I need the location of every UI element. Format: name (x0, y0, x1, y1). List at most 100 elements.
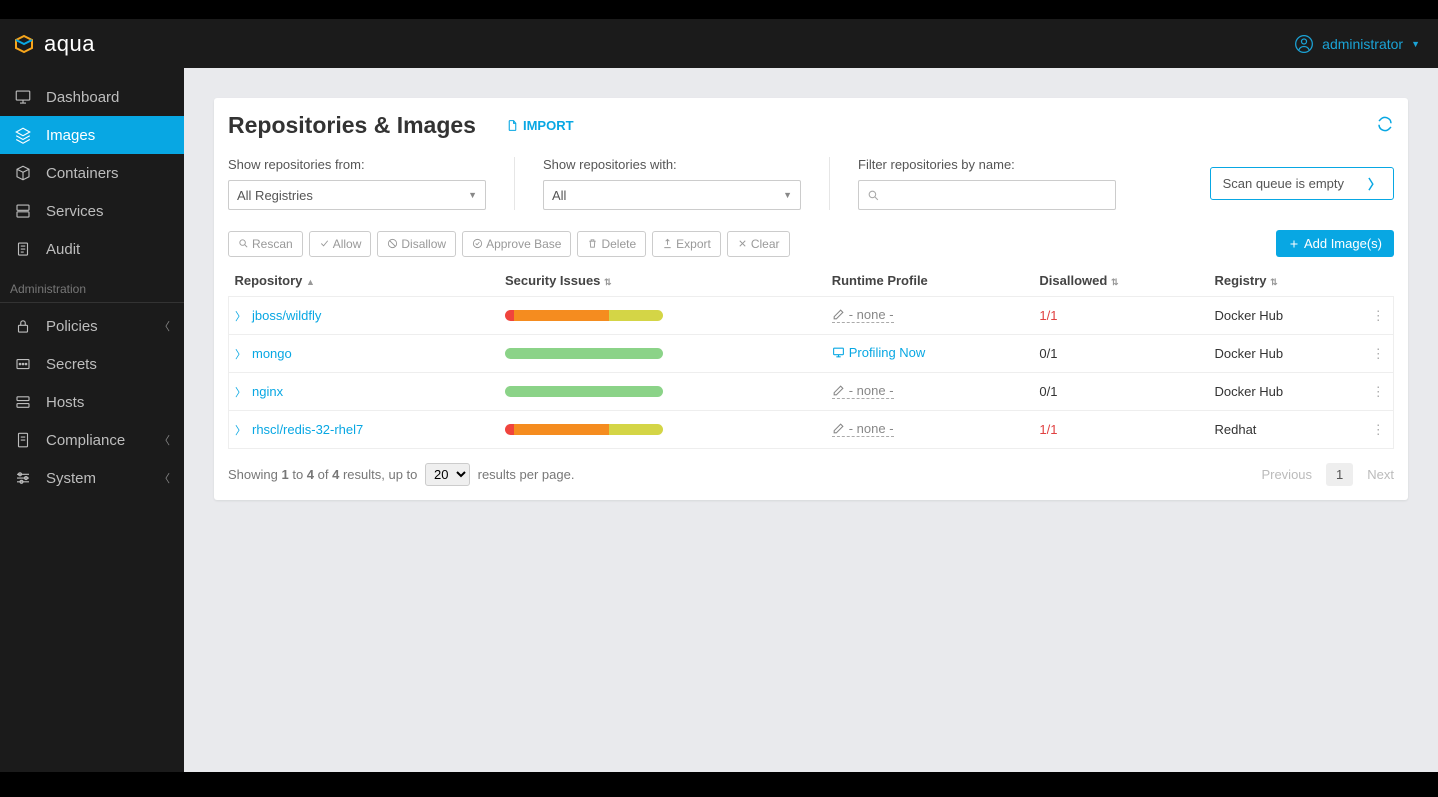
prev-page[interactable]: Previous (1261, 467, 1312, 482)
chevron-right-icon: 〉 (235, 308, 246, 324)
registries-select[interactable]: All Registries ▼ (228, 180, 486, 210)
repositories-table: Repository ▲ Security Issues ⇅ Runtime P… (228, 265, 1394, 449)
delete-button[interactable]: Delete (577, 231, 646, 257)
nav-system[interactable]: System 〈 (0, 459, 184, 497)
name-filter-input[interactable] (880, 188, 1107, 203)
chevron-right-icon: 〉 (1368, 174, 1381, 193)
disallowed-value: 1/1 (1033, 411, 1208, 449)
repo-link[interactable]: 〉rhscl/redis-32-rhel7 (235, 422, 493, 438)
browser-frame-top (0, 0, 1438, 19)
security-bar (505, 348, 663, 359)
monitor-icon (832, 346, 845, 359)
col-repository[interactable]: Repository ▲ (229, 265, 500, 297)
rescan-icon (238, 238, 249, 249)
chevron-right-icon: 〉 (235, 384, 246, 400)
repo-link[interactable]: 〉nginx (235, 384, 493, 400)
next-page[interactable]: Next (1367, 467, 1394, 482)
export-icon (662, 238, 673, 249)
current-page[interactable]: 1 (1326, 463, 1353, 486)
disallowed-value: 0/1 (1033, 373, 1208, 411)
nav-secrets[interactable]: Secrets (0, 345, 184, 383)
nav-label: Images (46, 127, 95, 144)
refresh-button[interactable] (1376, 115, 1394, 136)
lock-icon (14, 317, 32, 335)
clear-button[interactable]: Clear (727, 231, 790, 257)
col-disallowed[interactable]: Disallowed ⇅ (1033, 265, 1208, 297)
runtime-profile-link[interactable]: Profiling Now (832, 345, 926, 360)
nav-services[interactable]: Services (0, 192, 184, 230)
nav-label: Dashboard (46, 89, 119, 106)
add-images-button[interactable]: Add Image(s) (1276, 230, 1394, 257)
chevron-left-icon: 〈 (159, 432, 170, 448)
import-button[interactable]: IMPORT (506, 118, 574, 133)
chevron-left-icon: 〈 (159, 470, 170, 486)
with-select[interactable]: All ▼ (543, 180, 801, 210)
row-menu-button[interactable]: ⋮ (1364, 297, 1394, 335)
layers-icon (14, 126, 32, 144)
btn-label: Add Image(s) (1304, 236, 1382, 251)
registry-value: Docker Hub (1208, 297, 1363, 335)
nav-compliance[interactable]: Compliance 〈 (0, 421, 184, 459)
user-menu[interactable]: administrator ▼ (1294, 34, 1420, 54)
rescan-button[interactable]: Rescan (228, 231, 303, 257)
repo-link[interactable]: 〉mongo (235, 346, 493, 362)
runtime-profile-link[interactable]: - none - (832, 421, 894, 437)
nav-dashboard[interactable]: Dashboard (0, 78, 184, 116)
chevron-right-icon: 〉 (235, 422, 246, 438)
hosts-icon (14, 393, 32, 411)
nav-containers[interactable]: Containers (0, 154, 184, 192)
table-row: 〉nginx- none -0/1Docker Hub⋮ (229, 373, 1394, 411)
filter-name-label: Filter repositories by name: (858, 157, 1116, 172)
runtime-profile-link[interactable]: - none - (832, 307, 894, 323)
edit-icon (832, 422, 845, 435)
nav-policies[interactable]: Policies 〈 (0, 307, 184, 345)
page-size-select[interactable]: 20 (425, 463, 470, 486)
nav-label: Services (46, 203, 104, 220)
nav-audit[interactable]: Audit (0, 230, 184, 268)
nav-images[interactable]: Images (0, 116, 184, 154)
monitor-icon (14, 88, 32, 106)
row-menu-button[interactable]: ⋮ (1364, 335, 1394, 373)
col-security[interactable]: Security Issues ⇅ (499, 265, 826, 297)
btn-label: Clear (751, 237, 780, 251)
plus-icon (1288, 238, 1300, 250)
security-bar (505, 386, 663, 397)
sort-asc-icon: ▲ (306, 277, 315, 287)
aqua-logo-icon (12, 32, 36, 56)
main-content: Repositories & Images IMPORT Show reposi… (184, 68, 1438, 797)
trash-icon (587, 238, 598, 249)
refresh-icon (1376, 115, 1394, 133)
sort-icon: ⇅ (1270, 277, 1278, 287)
row-menu-button[interactable]: ⋮ (1364, 411, 1394, 449)
export-button[interactable]: Export (652, 231, 721, 257)
sort-icon: ⇅ (604, 277, 612, 287)
nav-section-admin: Administration (0, 268, 184, 303)
row-menu-button[interactable]: ⋮ (1364, 373, 1394, 411)
name-filter-wrap (858, 180, 1116, 210)
page-title: Repositories & Images (228, 112, 476, 139)
browser-frame-bottom (0, 772, 1438, 797)
col-runtime[interactable]: Runtime Profile (826, 265, 1034, 297)
approve-base-button[interactable]: Approve Base (462, 231, 571, 257)
scan-queue-button[interactable]: Scan queue is empty 〉 (1210, 167, 1394, 200)
nav-label: System (46, 470, 96, 487)
user-icon (1294, 34, 1314, 54)
security-bar (505, 424, 663, 435)
allow-button[interactable]: Allow (309, 231, 372, 257)
nav-label: Secrets (46, 356, 97, 373)
repositories-panel: Repositories & Images IMPORT Show reposi… (214, 98, 1408, 500)
clipboard-icon (14, 240, 32, 258)
disallow-button[interactable]: Disallow (377, 231, 456, 257)
nav-hosts[interactable]: Hosts (0, 383, 184, 421)
table-row: 〉mongoProfiling Now0/1Docker Hub⋮ (229, 335, 1394, 373)
col-registry[interactable]: Registry ⇅ (1208, 265, 1363, 297)
brand-text: aqua (44, 31, 95, 57)
caret-down-icon: ▼ (783, 190, 792, 200)
security-bar (505, 310, 663, 321)
runtime-profile-link[interactable]: - none - (832, 383, 894, 399)
repo-link[interactable]: 〉jboss/wildfly (235, 308, 493, 324)
topbar: aqua administrator ▼ (0, 19, 1438, 68)
ban-icon (387, 238, 398, 249)
registry-value: Docker Hub (1208, 335, 1363, 373)
search-icon (867, 189, 880, 202)
